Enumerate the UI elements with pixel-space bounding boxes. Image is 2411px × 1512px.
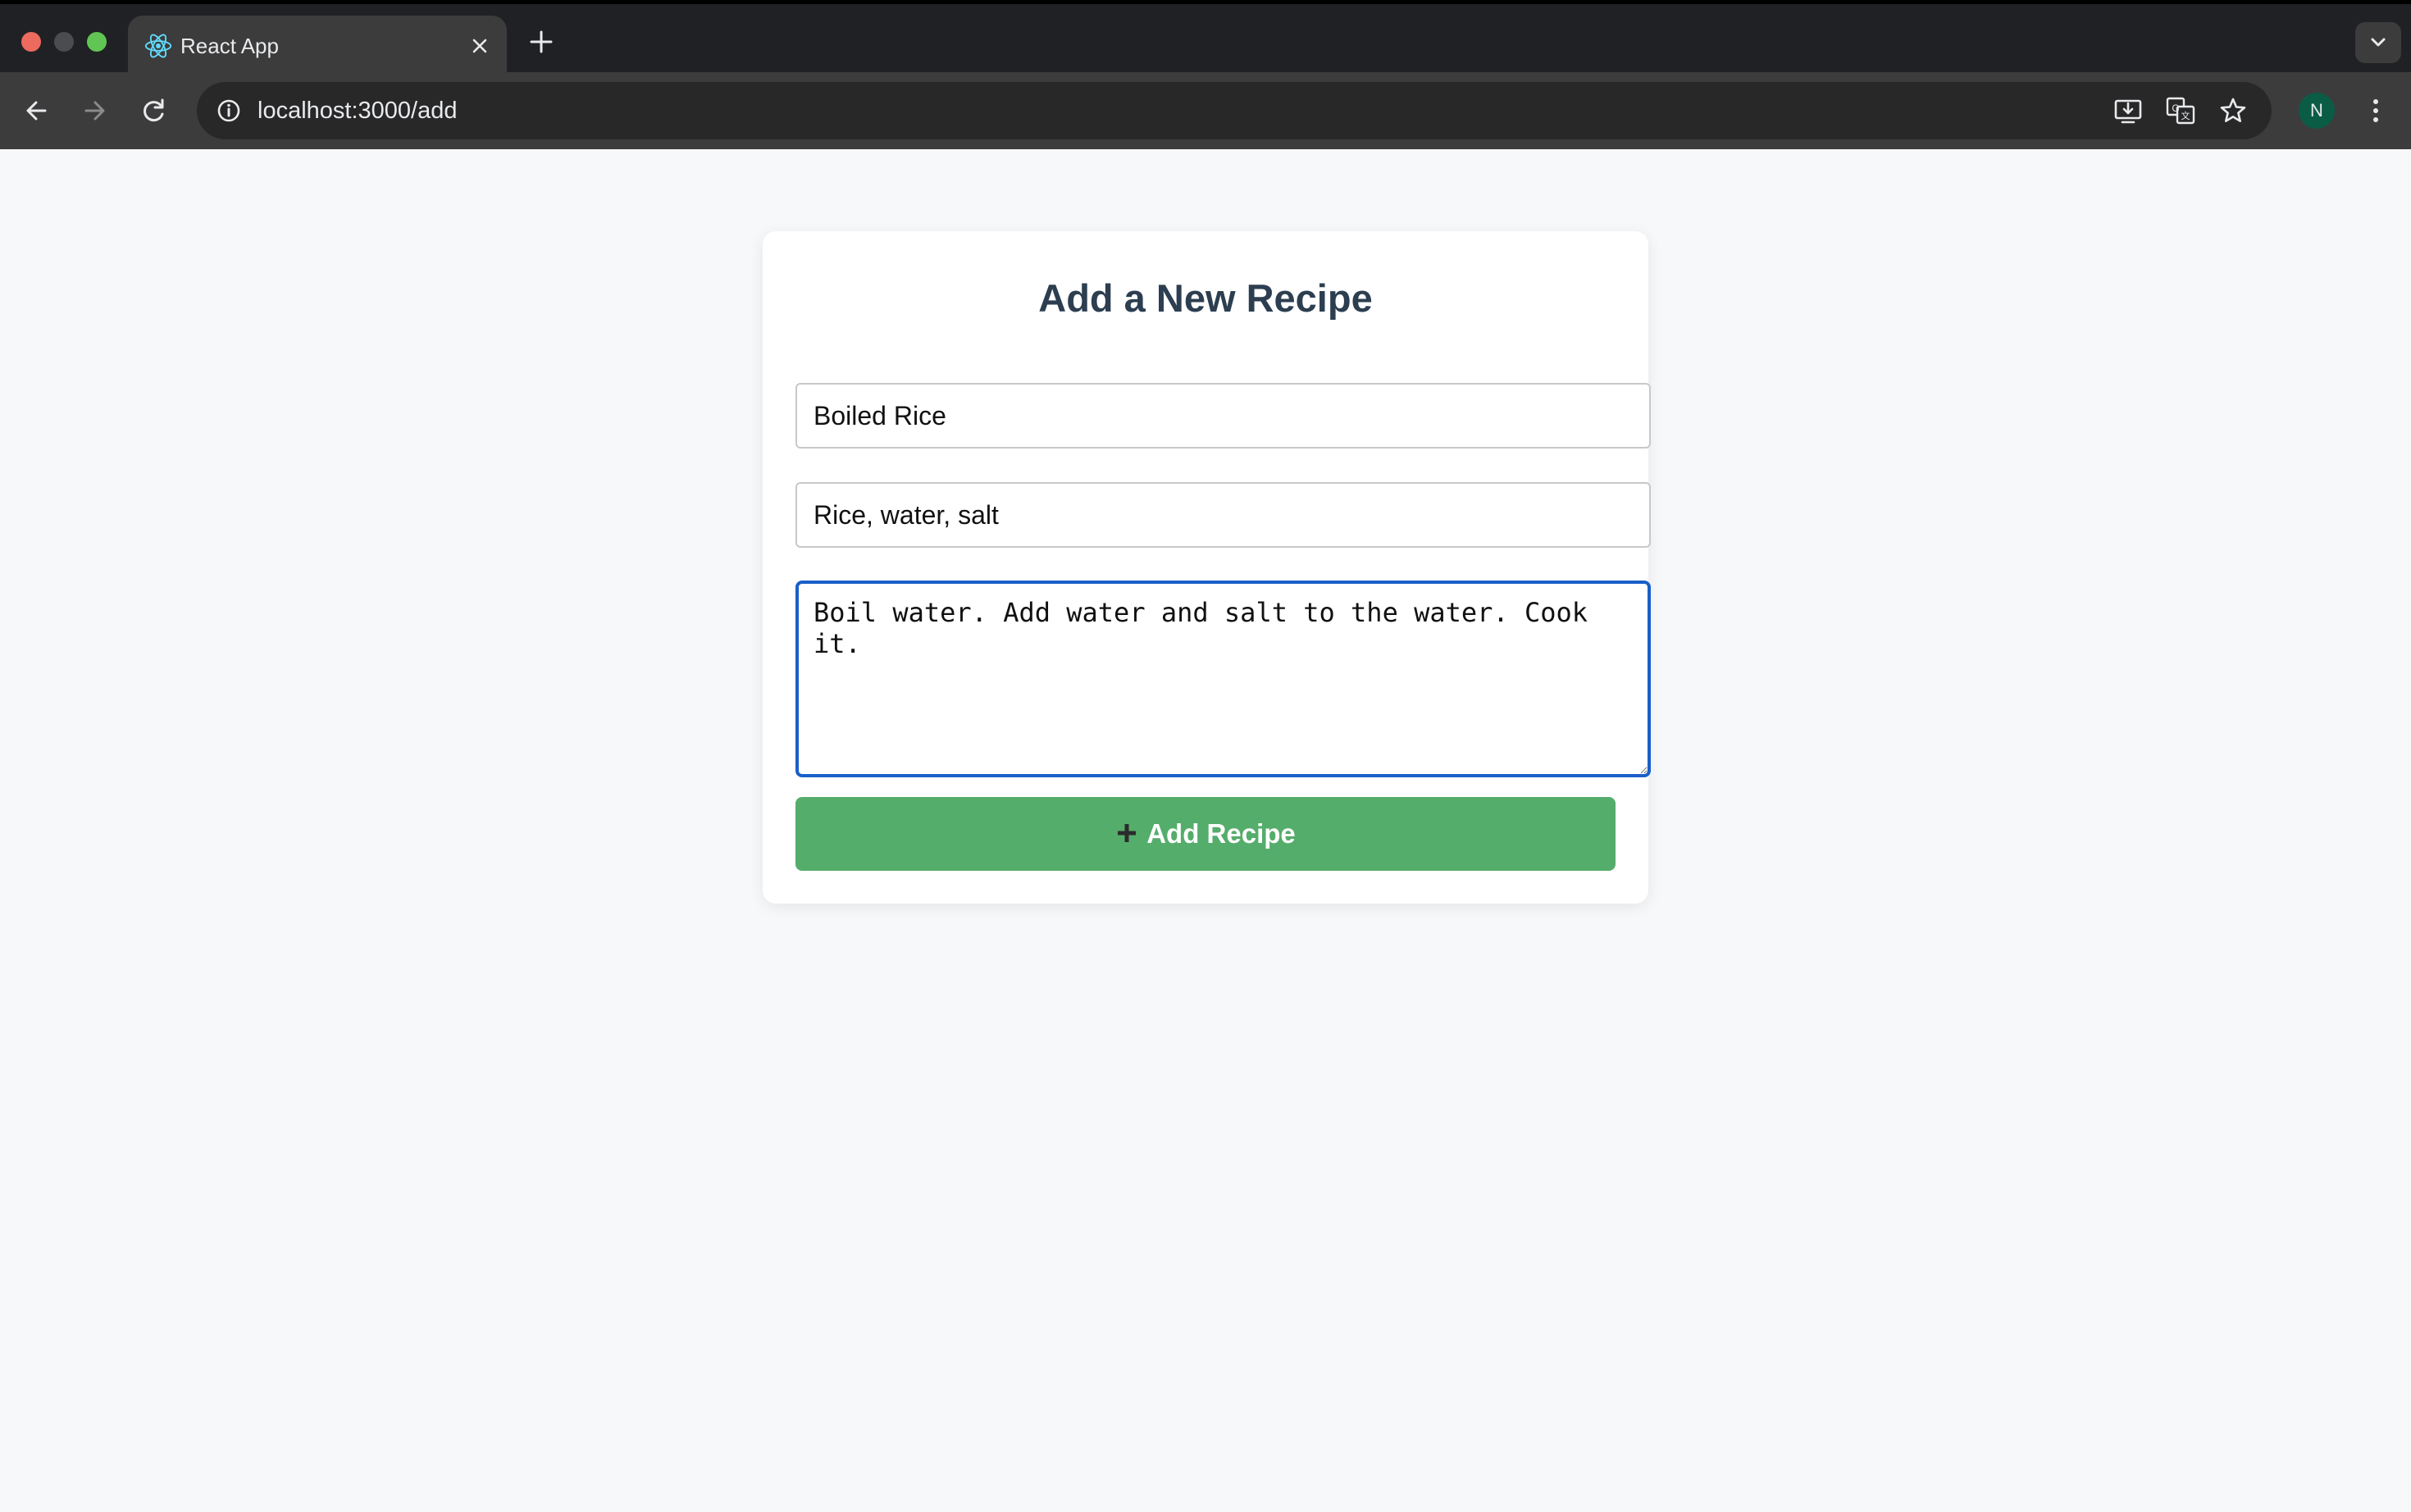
browser-tab-strip: React App: [0, 0, 2411, 78]
reload-icon: [144, 98, 164, 122]
new-tab-icon[interactable]: [525, 25, 558, 58]
ingredients-input[interactable]: [795, 482, 1651, 548]
svg-text:G: G: [2172, 102, 2179, 114]
tab-search-button[interactable]: [2355, 22, 2401, 63]
close-window-button[interactable]: [21, 32, 41, 52]
maximize-window-button[interactable]: [87, 32, 107, 52]
arrow-left-icon: [26, 101, 47, 121]
back-button[interactable]: [16, 90, 57, 131]
more-menu-icon[interactable]: [2355, 90, 2396, 131]
page-title: Add a New Recipe: [1038, 276, 1373, 320]
add-recipe-button-label: Add Recipe: [1146, 818, 1296, 849]
react-icon: [144, 34, 172, 58]
instructions-textarea[interactable]: Boil water. Add water and salt to the wa…: [795, 581, 1651, 777]
translate-icon[interactable]: G 文: [2160, 90, 2201, 131]
add-recipe-button[interactable]: Add Recipe: [795, 797, 1616, 871]
address-bar[interactable]: localhost:3000/add G 文: [197, 82, 2272, 139]
close-tab-icon[interactable]: [466, 32, 494, 60]
install-app-icon[interactable]: [2108, 90, 2149, 131]
chevron-down-icon: [2371, 38, 2386, 47]
profile-avatar[interactable]: N: [2299, 93, 2335, 129]
bookmark-star-icon[interactable]: [2213, 90, 2254, 131]
tab-title: React App: [180, 34, 279, 58]
arrow-right-icon: [84, 101, 105, 121]
forward-button[interactable]: [74, 90, 115, 131]
url-text: localhost:3000/add: [258, 98, 458, 124]
browser-tab[interactable]: React App: [128, 16, 507, 78]
reload-button[interactable]: [134, 90, 175, 131]
svg-text:文: 文: [2181, 110, 2190, 121]
plus-icon: [1115, 817, 1138, 850]
page-content: Add a New Recipe Boil water. Add water a…: [0, 149, 2411, 1512]
add-recipe-card: Add a New Recipe Boil water. Add water a…: [763, 231, 1651, 904]
recipe-name-input[interactable]: [795, 383, 1651, 449]
minimize-window-button[interactable]: [54, 32, 74, 52]
browser-toolbar: localhost:3000/add G 文 N: [0, 72, 2411, 149]
site-info-icon[interactable]: [208, 90, 249, 131]
